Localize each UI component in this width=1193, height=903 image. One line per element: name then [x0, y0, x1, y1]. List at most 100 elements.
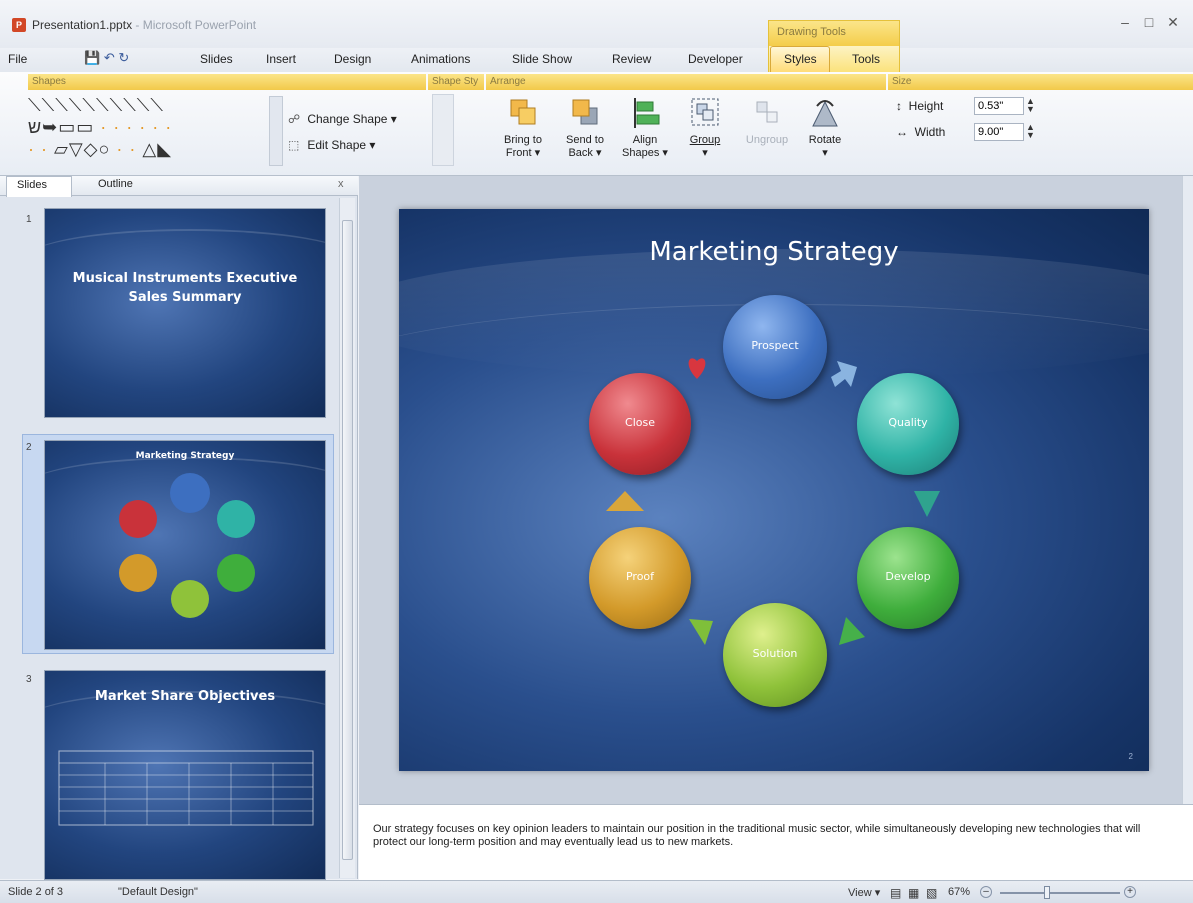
app-name: - Microsoft PowerPoint: [135, 18, 257, 32]
zoom-level[interactable]: 67%: [948, 886, 970, 898]
tab-slide-show[interactable]: Slide Show: [512, 52, 572, 66]
slide-thumbnail-3[interactable]: Market Share Objectives: [44, 670, 326, 880]
slide-number: 2: [26, 442, 32, 453]
rotate-icon: [812, 100, 838, 127]
window-title: Presentation1.pptx - Microsoft PowerPoin…: [32, 18, 256, 32]
shapes-gallery-scroll[interactable]: [269, 96, 283, 166]
bring-to-front-button[interactable]: Bring to Front ▾: [494, 94, 552, 174]
group-button[interactable]: Group ▾: [676, 94, 734, 174]
width-label: ↔ Width: [896, 125, 946, 139]
ribbon-tab-row: [0, 48, 1193, 72]
powerpoint-window: P Presentation1.pptx - Microsoft PowerPo…: [0, 0, 1193, 903]
tab-developer[interactable]: Developer: [688, 52, 743, 66]
step-develop[interactable]: Develop: [857, 527, 959, 629]
align-shapes-button[interactable]: Align Shapes ▾: [616, 94, 674, 174]
height-field[interactable]: [974, 97, 1024, 115]
drawing-tools-header: Drawing Tools: [768, 20, 900, 46]
shape-styles-gallery[interactable]: [432, 94, 454, 166]
speaker-notes-text[interactable]: Our strategy focuses on key opinion lead…: [373, 823, 1173, 849]
thumbnail-title-line-2: Sales Summary: [128, 290, 242, 305]
tab-outline-panel[interactable]: Outline: [98, 178, 133, 190]
tab-insert[interactable]: Insert: [266, 52, 296, 66]
slides-panel: Slides Outline x 1 Musical Instruments E…: [0, 176, 358, 880]
arrow-close-prospect: [688, 358, 706, 379]
close-panel-icon[interactable]: x: [338, 178, 344, 190]
scrollbar-thumb[interactable]: [342, 220, 353, 860]
send-to-back-button[interactable]: Send to Back ▾: [556, 94, 614, 174]
tab-styles[interactable]: Styles: [784, 52, 817, 66]
zoom-out-icon[interactable]: –: [980, 886, 992, 898]
slide-thumbnail-1[interactable]: Musical Instruments Executive Sales Summ…: [44, 208, 326, 418]
ungroup-button[interactable]: Ungroup: [738, 94, 796, 174]
ungroup-icon: [756, 101, 778, 123]
change-shape-button[interactable]: ☍ Change Shape ▾: [288, 112, 397, 126]
minimize-button[interactable]: –: [1113, 14, 1137, 30]
undo-icon[interactable]: ↶: [104, 50, 115, 65]
change-shape-icon: ☍: [288, 112, 301, 126]
notes-pane[interactable]: Our strategy focuses on key opinion lead…: [359, 804, 1193, 880]
thumbnail-table: [58, 750, 314, 826]
slide-sorter-view-icon[interactable]: ▦: [908, 886, 919, 900]
step-solution[interactable]: Solution: [723, 603, 827, 707]
current-slide[interactable]: Marketing Strategy Prospect Quality Deve…: [399, 209, 1149, 771]
step-quality[interactable]: Quality: [857, 373, 959, 475]
shapes-gallery[interactable]: ⟍⟍⟍⟍⟍⟍⟍⟍⟍⟍ ש➥▭▭ · · · · · · · · ▱▽◇○ · ·…: [28, 94, 268, 166]
rotate-button[interactable]: Rotate ▾: [796, 94, 854, 174]
zoom-slider[interactable]: [1000, 892, 1120, 894]
edit-shape-button[interactable]: ⬚ Edit Shape ▾: [288, 138, 375, 152]
width-field[interactable]: [974, 123, 1024, 141]
editing-area-scrollbar[interactable]: [1182, 176, 1193, 804]
align-icon: [634, 98, 660, 128]
bring-to-front-icon: [510, 99, 536, 125]
arrow-solution-proof: [689, 619, 713, 645]
send-to-back-icon: [572, 99, 598, 125]
slide-number: 1: [26, 214, 32, 225]
thumbnail-cycle-diagram: [119, 473, 255, 618]
save-icon[interactable]: 💾: [84, 50, 100, 65]
tab-file[interactable]: File: [8, 52, 27, 66]
slide-thumbnail-2[interactable]: Marketing Strategy: [44, 440, 326, 650]
thumbnail-title-line-1: Musical Instruments Executive: [72, 271, 298, 286]
step-close[interactable]: Close: [589, 373, 691, 475]
shape-width-icon: ↔: [896, 125, 908, 139]
tab-tools[interactable]: Tools: [852, 52, 880, 66]
tab-slides-panel[interactable]: Slides: [6, 176, 72, 197]
window-controls: – □ ✕: [1113, 14, 1193, 36]
zoom-slider-thumb[interactable]: [1044, 886, 1050, 899]
zoom-in-icon[interactable]: +: [1124, 886, 1136, 898]
powerpoint-logo-icon: P: [12, 18, 26, 32]
arrow-proof-close: [606, 491, 644, 511]
slide-editing-area: Marketing Strategy Prospect Quality Deve…: [359, 176, 1193, 804]
shapes-group-header: Shapes: [28, 74, 426, 90]
redo-icon[interactable]: ↻: [118, 50, 129, 65]
close-window-button[interactable]: ✕: [1161, 14, 1185, 31]
chevron-down-icon: ▾: [390, 112, 397, 126]
step-proof[interactable]: Proof: [589, 527, 691, 629]
view-menu[interactable]: View ▾: [848, 886, 880, 899]
shape-styles-group-header: Shape Sty: [428, 74, 484, 90]
edit-points-icon: ⬚: [288, 138, 300, 152]
slide-show-view-icon[interactable]: ▧: [926, 886, 937, 900]
normal-view-icon[interactable]: ▤: [890, 886, 901, 900]
step-prospect[interactable]: Prospect: [723, 295, 827, 399]
slide-number: 3: [26, 674, 32, 685]
tab-design[interactable]: Design: [334, 52, 371, 66]
quick-access-toolbar: 💾 ↶ ↻: [84, 50, 129, 66]
arrow-develop-solution: [839, 617, 865, 645]
status-bar: Slide 2 of 3 "Default Design" View ▾ ▤ ▦…: [0, 880, 1193, 903]
chevron-down-icon: ▾: [369, 138, 376, 152]
panel-tabs: Slides Outline x: [0, 176, 358, 197]
height-label: ↕ Height: [896, 99, 944, 113]
arrange-group-header: Arrange: [486, 74, 886, 90]
tab-animations[interactable]: Animations: [411, 52, 470, 66]
maximize-button[interactable]: □: [1137, 14, 1161, 30]
width-spinner[interactable]: ▲ ▼: [1026, 123, 1035, 140]
theme-name: "Default Design": [118, 886, 198, 898]
group-icon: [691, 98, 719, 126]
shape-height-icon: ↕: [896, 99, 902, 113]
document-name: Presentation1.pptx: [32, 18, 133, 32]
height-spinner[interactable]: ▲ ▼: [1026, 97, 1035, 114]
panel-scrollbar[interactable]: [339, 198, 355, 878]
tab-slides[interactable]: Slides: [200, 52, 233, 66]
tab-review[interactable]: Review: [612, 52, 651, 66]
